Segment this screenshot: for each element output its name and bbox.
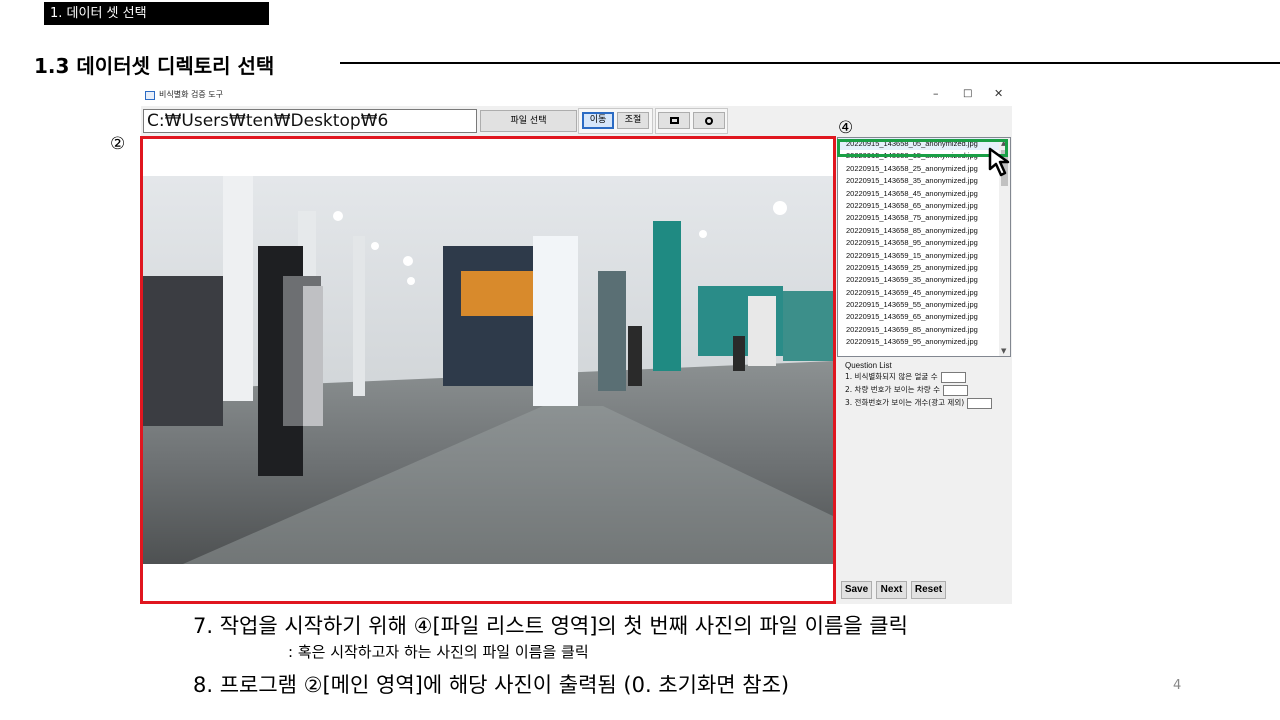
- section-tag: 1. 데이터 셋 선택: [44, 2, 269, 25]
- adjust-mode-button[interactable]: 조절: [617, 112, 649, 129]
- question-label: 1. 비식별화되지 않은 얼굴 수: [845, 372, 938, 381]
- instruction-step-7: 7. 작업을 시작하기 위해 ④[파일 리스트 영역]의 첫 번째 사진의 파일…: [193, 614, 908, 638]
- file-list[interactable]: 20220915_143658_05_anonymized.jpg 2022091…: [837, 137, 1011, 357]
- window-title: 비식별화 검증 도구: [159, 90, 223, 99]
- question-1-input[interactable]: [940, 371, 966, 383]
- title-bar: 비식별화 검증 도구 – □ ✕: [141, 86, 1012, 106]
- minimize-button[interactable]: –: [933, 87, 939, 100]
- file-list-item[interactable]: 20220915_143659_45_anonymized.jpg: [838, 287, 1010, 299]
- file-list-item[interactable]: 20220915_143658_85_anonymized.jpg: [838, 225, 1010, 237]
- file-list-item[interactable]: 20220915_143658_35_anonymized.jpg: [838, 175, 1010, 187]
- file-list-items: 20220915_143658_05_anonymized.jpg 2022091…: [838, 138, 1010, 349]
- question-row: 1. 비식별화되지 않은 얼굴 수: [845, 370, 1011, 383]
- question-3-input[interactable]: [967, 397, 993, 409]
- scroll-down-icon[interactable]: ▼: [1001, 347, 1006, 355]
- file-select-button[interactable]: 파일 선택: [480, 110, 577, 132]
- close-button[interactable]: ✕: [994, 87, 1003, 100]
- file-list-item[interactable]: 20220915_143658_65_anonymized.jpg: [838, 200, 1010, 212]
- file-list-item[interactable]: 20220915_143658_25_anonymized.jpg: [838, 163, 1010, 175]
- file-list-item[interactable]: 20220915_143659_35_anonymized.jpg: [838, 274, 1010, 286]
- file-list-item[interactable]: 20220915_143658_45_anonymized.jpg: [838, 188, 1010, 200]
- file-list-marker: ④: [838, 118, 854, 138]
- mouse-cursor-icon: [988, 147, 1010, 177]
- question-label: 2. 차량 번호가 보이는 차량 수: [845, 385, 940, 394]
- rectangle-shape-button[interactable]: [658, 112, 690, 129]
- page-number: 4: [1173, 678, 1182, 693]
- question-row: 2. 차량 번호가 보이는 차량 수: [845, 383, 1011, 396]
- rectangle-icon: [669, 117, 679, 124]
- file-list-item[interactable]: 20220915_143659_85_anonymized.jpg: [838, 324, 1010, 336]
- file-list-item[interactable]: 20220915_143658_95_anonymized.jpg: [838, 237, 1010, 249]
- heading-divider: [340, 62, 1280, 64]
- instruction-step-8: 8. 프로그램 ②[메인 영역]에 해당 사진이 출력됨 (0. 초기화면 참조…: [193, 673, 790, 697]
- page-title: 1.3 데이터셋 디렉토리 선택: [34, 54, 275, 78]
- question-list: Question List 1. 비식별화되지 않은 얼굴 수 2. 차량 번호…: [837, 360, 1011, 576]
- directory-path-input[interactable]: C:₩Users₩ten₩Desktop₩6: [143, 109, 477, 133]
- circle-shape-button[interactable]: [693, 112, 725, 129]
- first-file-highlight: [837, 139, 1008, 157]
- main-area-marker: ②: [110, 134, 126, 154]
- instruction-note: : 혹은 시작하고자 하는 사진의 파일 이름을 클릭: [288, 643, 589, 661]
- slide: 1. 데이터 셋 선택 1.3 데이터셋 디렉토리 선택 비식별화 검증 도구 …: [0, 0, 1280, 720]
- file-list-item[interactable]: 20220915_143659_65_anonymized.jpg: [838, 311, 1010, 323]
- move-mode-button[interactable]: 이동: [582, 112, 614, 129]
- question-list-title: Question List: [845, 361, 892, 370]
- maximize-button[interactable]: □: [963, 88, 972, 99]
- file-list-item[interactable]: 20220915_143659_95_anonymized.jpg: [838, 336, 1010, 348]
- file-list-item[interactable]: 20220915_143659_25_anonymized.jpg: [838, 262, 1010, 274]
- main-area-highlight: [140, 136, 836, 604]
- next-button[interactable]: Next: [876, 581, 907, 599]
- reset-button[interactable]: Reset: [911, 581, 946, 599]
- question-label: 3. 전화번호가 보이는 개수(광고 제외): [845, 398, 965, 407]
- app-icon: [145, 91, 155, 100]
- file-list-item[interactable]: 20220915_143658_75_anonymized.jpg: [838, 212, 1010, 224]
- file-list-item[interactable]: 20220915_143659_15_anonymized.jpg: [838, 250, 1010, 262]
- circle-icon: [705, 117, 713, 125]
- save-button[interactable]: Save: [841, 581, 872, 599]
- question-2-input[interactable]: [942, 384, 968, 396]
- question-row: 3. 전화번호가 보이는 개수(광고 제외): [845, 396, 1011, 409]
- file-list-item[interactable]: 20220915_143659_55_anonymized.jpg: [838, 299, 1010, 311]
